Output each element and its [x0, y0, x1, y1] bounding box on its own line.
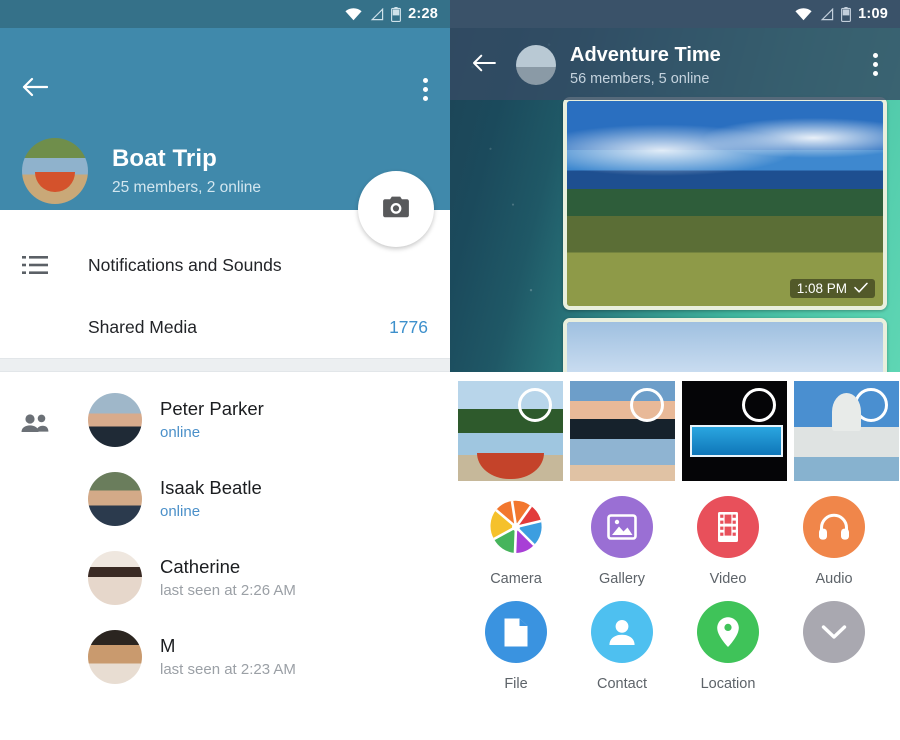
message-bubble-photo[interactable]: 1:08 PM [563, 97, 887, 310]
section-divider [0, 358, 450, 372]
attachment-row: Camera Gallery Video Audio [450, 496, 900, 587]
selection-circle-icon[interactable] [518, 388, 552, 422]
battery-icon [391, 6, 402, 22]
member-name: Isaak Beatle [160, 476, 262, 498]
signal-icon [369, 7, 384, 21]
list-item[interactable]: Catherine last seen at 2:26 AM [0, 538, 450, 617]
chat-attach-panel: 1:08 PM 1:09 Adventure Time 56 members, … [450, 0, 900, 740]
overflow-menu-icon[interactable] [873, 53, 878, 76]
row-label: Notifications and Sounds [88, 254, 282, 275]
group-members-count: 25 members, 2 online [112, 179, 262, 197]
member-name: M [160, 634, 176, 656]
selection-circle-icon[interactable] [854, 388, 888, 422]
shared-media-count: 1776 [389, 316, 428, 337]
app-screen: 2:28 Boat Trip 25 members, 2 online Noti… [0, 0, 900, 740]
selection-circle-icon[interactable] [742, 388, 776, 422]
member-status: online [160, 503, 201, 520]
chat-area: 1:08 PM 1:09 Adventure Time 56 members, … [450, 0, 900, 372]
selection-circle-icon[interactable] [630, 388, 664, 422]
message-photo [567, 101, 883, 306]
avatar [88, 550, 142, 605]
overflow-menu-icon[interactable] [423, 78, 428, 101]
group-profile[interactable]: Boat Trip 25 members, 2 online [22, 138, 261, 204]
attachment-label: Location [700, 676, 756, 692]
back-arrow-icon[interactable] [22, 76, 49, 98]
row-label: Shared Media [88, 316, 197, 337]
status-bar-time: 1:09 [858, 6, 888, 22]
camera-icon [382, 195, 410, 224]
attachment-label: Camera [490, 571, 542, 587]
attachment-label: File [504, 676, 528, 692]
back-arrow-icon[interactable] [472, 53, 498, 75]
image-icon [591, 496, 653, 558]
map-pin-icon [697, 601, 759, 663]
avatar[interactable] [22, 138, 88, 204]
attachment-label: Video [709, 571, 747, 587]
attachment-video[interactable]: Video [675, 496, 781, 587]
chat-members-count: 56 members, 5 online [570, 71, 710, 87]
timestamp-text: 1:08 PM [796, 281, 847, 296]
avatar [88, 629, 142, 684]
person-icon [591, 601, 653, 663]
signal-icon [819, 7, 834, 21]
wifi-icon [345, 7, 362, 21]
chat-header: Adventure Time 56 members, 5 online [450, 28, 900, 100]
attachment-options: Camera Gallery Video Audio File Contact … [450, 490, 900, 692]
message-photo [567, 322, 883, 372]
members-list: Peter Parker online Isaak Beatle online … [0, 372, 450, 696]
list-item[interactable]: Isaak Beatle online [0, 459, 450, 538]
film-icon [697, 496, 759, 558]
message-timestamp: 1:08 PM [789, 279, 875, 298]
attachment-label: Contact [597, 676, 647, 692]
member-name: Peter Parker [160, 397, 264, 419]
chat-title: Adventure Time [570, 44, 721, 66]
thumbnail-item[interactable] [570, 381, 675, 481]
thumbnail-item[interactable] [682, 381, 787, 481]
wifi-icon [795, 7, 812, 21]
attachment-contact[interactable]: Contact [569, 601, 675, 692]
group-info-panel: 2:28 Boat Trip 25 members, 2 online Noti… [0, 0, 450, 740]
status-bar-time: 2:28 [408, 6, 438, 22]
attachment-location[interactable]: Location [675, 601, 781, 692]
member-name: Catherine [160, 555, 241, 577]
avatar[interactable] [516, 45, 556, 85]
thumbnail-item[interactable] [794, 381, 899, 481]
attachment-expand[interactable] [781, 601, 887, 692]
avatar [88, 471, 142, 526]
chevron-down-icon [803, 601, 865, 663]
battery-icon [841, 6, 852, 22]
document-icon [485, 601, 547, 663]
message-bubble-photo[interactable] [563, 318, 887, 372]
notifications-list-icon [22, 255, 48, 275]
attachment-camera[interactable]: Camera [463, 496, 569, 587]
page-title: Boat Trip [112, 144, 217, 172]
attachment-sheet: Camera Gallery Video Audio File Contact … [450, 372, 900, 740]
attachment-row: File Contact Location [450, 601, 900, 692]
attachment-label: Gallery [599, 571, 645, 587]
attachment-file[interactable]: File [463, 601, 569, 692]
member-status: last seen at 2:26 AM [160, 582, 296, 599]
status-bar-right: 1:09 [450, 0, 900, 28]
camera-aperture-icon [485, 496, 547, 558]
member-status: last seen at 2:23 AM [160, 661, 296, 678]
list-item[interactable]: Peter Parker online [0, 380, 450, 459]
headphones-icon [803, 496, 865, 558]
sent-check-icon [854, 281, 868, 296]
photo-thumbnail-strip[interactable] [450, 372, 900, 490]
attachment-gallery[interactable]: Gallery [569, 496, 675, 587]
avatar [88, 392, 142, 447]
member-status: online [160, 424, 201, 441]
status-bar-left: 2:28 [0, 0, 450, 28]
settings-rows: Notifications and Sounds Shared Media 17… [0, 234, 450, 358]
attachment-audio[interactable]: Audio [781, 496, 887, 587]
thumbnail-item[interactable] [458, 381, 563, 481]
list-item[interactable]: M last seen at 2:23 AM [0, 617, 450, 696]
row-shared-media[interactable]: Shared Media 1776 [0, 296, 450, 358]
camera-fab-button[interactable] [358, 171, 434, 247]
attachment-label: Audio [815, 571, 853, 587]
